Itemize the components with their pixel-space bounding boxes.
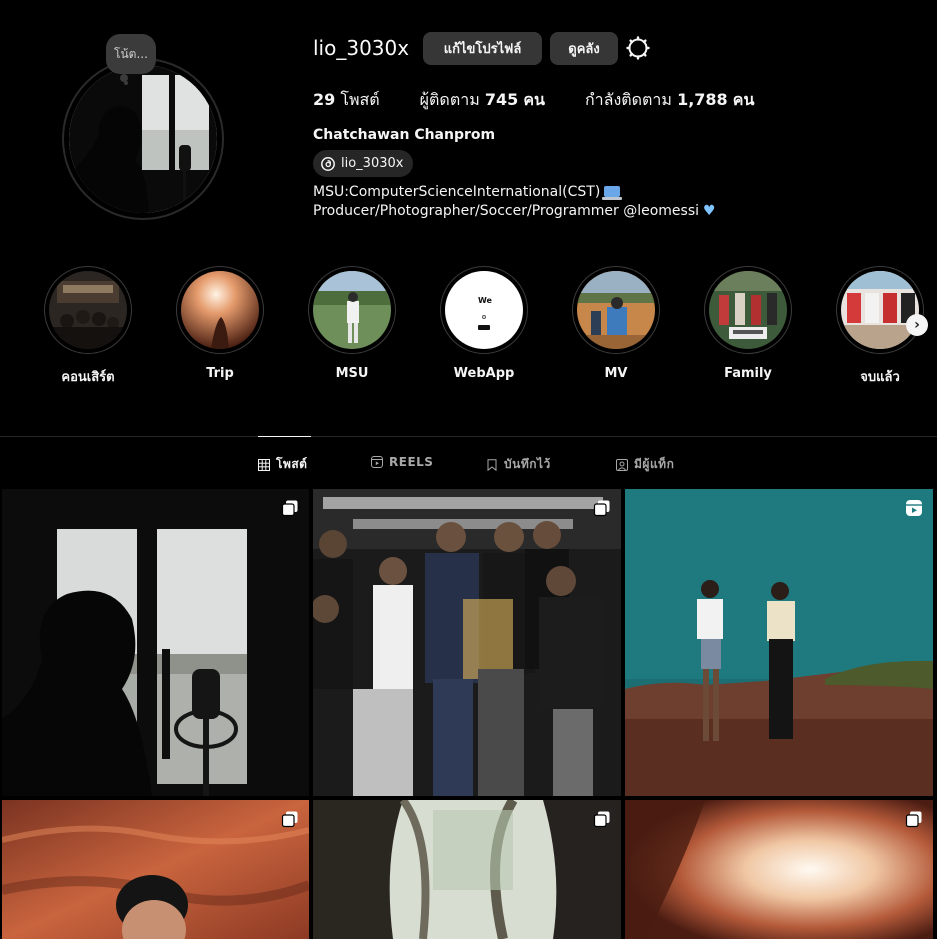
highlight-trip[interactable]: Trip: [170, 266, 270, 381]
bio-line-1: MSU:ComputerScienceInternational(CST): [313, 184, 601, 200]
highlight-label: คอนเสิร์ต: [61, 370, 115, 385]
highlight-thumbnail: We: [445, 271, 523, 349]
post-image: [313, 489, 621, 796]
highlight-label: Family: [724, 366, 772, 381]
post-tile[interactable]: [313, 800, 621, 939]
tab-saved[interactable]: บันทึกไว้: [486, 455, 551, 474]
reels-icon: [906, 500, 922, 516]
following-number: 1,788: [677, 90, 728, 109]
post-tile[interactable]: [625, 489, 933, 796]
reels-icon: [371, 456, 383, 468]
tab-tagged[interactable]: มีผู้แท็ก: [616, 455, 674, 474]
active-tab-indicator: [258, 436, 311, 437]
carousel-icon: [593, 811, 610, 828]
posts-label: โพสต์: [340, 90, 380, 109]
tab-posts[interactable]: โพสต์: [258, 455, 307, 474]
highlight-thumbnail: [49, 271, 127, 349]
bio-line-2: Producer/Photographer/Soccer/Programmer …: [313, 203, 700, 219]
following-label: กำลังติดตาม: [584, 90, 672, 109]
highlight-thumbnail: [313, 271, 391, 349]
highlight-msu[interactable]: MSU: [302, 266, 402, 381]
note-bubble[interactable]: โน้ต...: [106, 34, 156, 74]
post-tile[interactable]: [2, 800, 309, 939]
laptop-emoji-icon: [602, 186, 623, 200]
note-text: โน้ต...: [114, 46, 148, 61]
tab-label: มีผู้แท็ก: [634, 457, 675, 471]
highlights-next-chevron-icon[interactable]: ›: [906, 314, 928, 336]
highlight-label: จบแล้ว: [860, 370, 900, 385]
highlight-thumbnail: [577, 271, 655, 349]
blue-heart-emoji-icon: ♥: [703, 203, 716, 219]
followers-label: ผู้ติดตาม: [419, 90, 480, 109]
bookmark-icon: [487, 458, 497, 471]
settings-gear-icon[interactable]: [626, 36, 650, 60]
highlight-label: WebApp: [453, 366, 515, 381]
webapp-dot: [482, 315, 486, 319]
followers-number: 745: [484, 90, 519, 109]
post-image: [625, 489, 933, 796]
threads-handle: lio_3030x: [341, 156, 404, 171]
post-tile[interactable]: [625, 800, 933, 939]
post-tile[interactable]: [313, 489, 621, 796]
highlight-label: MV: [604, 366, 628, 381]
tagged-icon: [616, 458, 628, 471]
tab-label: บันทึกไว้: [504, 457, 551, 471]
webapp-button-shape: [478, 325, 490, 330]
followers-unit: คน: [523, 90, 545, 109]
posts-count: 29 โพสต์: [313, 88, 380, 113]
carousel-icon: [281, 811, 298, 828]
highlight-concert[interactable]: คอนเสิร์ต: [38, 266, 138, 387]
profile-avatar[interactable]: [62, 58, 224, 220]
highlight-mv[interactable]: MV: [566, 266, 666, 381]
highlight-thumbnail: [841, 271, 919, 349]
highlight-label: Trip: [206, 366, 234, 381]
post-image: [2, 489, 309, 796]
post-image: [625, 800, 933, 939]
highlight-inner-text: We: [478, 296, 492, 305]
carousel-icon: [281, 500, 298, 517]
posts-number: 29: [313, 90, 336, 109]
post-image: [2, 800, 309, 939]
threads-badge[interactable]: lio_3030x: [313, 150, 414, 177]
highlight-webapp[interactable]: We WebApp: [434, 266, 534, 381]
edit-profile-button[interactable]: แก้ไขโปรไฟล์: [423, 32, 542, 65]
post-image: [313, 800, 621, 939]
threads-icon: [321, 156, 335, 171]
followers-link[interactable]: ผู้ติดตาม 745 คน: [420, 88, 545, 113]
highlight-thumbnail: [181, 271, 259, 349]
profile-username: lio_3030x: [313, 36, 410, 60]
note-tail-small: [124, 81, 128, 85]
profile-full-name: Chatchawan Chanprom: [313, 127, 496, 143]
tab-label: โพสต์: [276, 457, 308, 471]
view-archive-button[interactable]: ดูคลัง: [550, 32, 618, 65]
tabs-divider: [0, 436, 937, 437]
highlight-label: MSU: [335, 366, 369, 381]
highlight-family[interactable]: Family: [698, 266, 798, 381]
carousel-icon: [593, 500, 610, 517]
post-tile[interactable]: [2, 489, 309, 796]
tab-reels[interactable]: REELS: [371, 455, 433, 469]
profile-bio: MSU:ComputerScienceInternational(CST) Pr…: [313, 183, 716, 221]
tab-label: REELS: [389, 455, 434, 469]
avatar-image: [69, 65, 217, 213]
following-link[interactable]: กำลังติดตาม 1,788 คน: [585, 88, 754, 113]
following-unit: คน: [732, 90, 755, 109]
story-highlights: คอนเสิร์ต Trip MSU We WebApp MV Family จ…: [0, 266, 937, 386]
highlight-thumbnail: [709, 271, 787, 349]
grid-icon: [258, 458, 270, 471]
carousel-icon: [905, 811, 922, 828]
profile-stats: 29 โพสต์ ผู้ติดตาม 745 คน กำลังติดตาม 1,…: [313, 88, 754, 113]
